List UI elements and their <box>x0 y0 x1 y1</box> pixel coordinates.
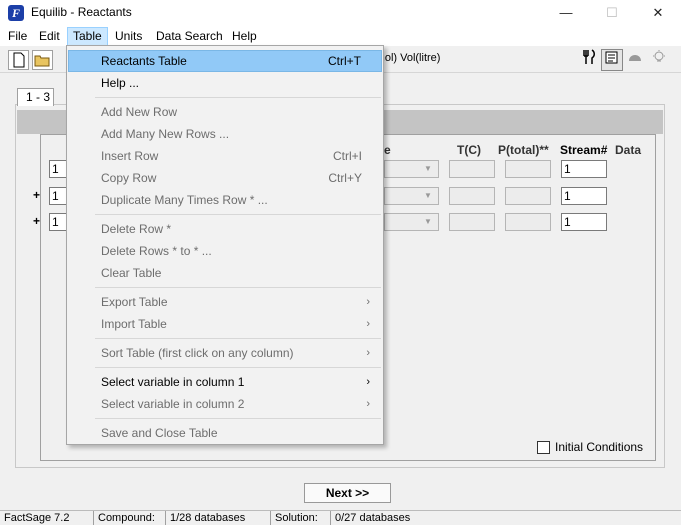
maximize-button[interactable]: ☐ <box>589 0 635 26</box>
menu-help-item[interactable]: Help ... <box>68 72 382 94</box>
next-button[interactable]: Next >> <box>304 483 391 503</box>
shortcut-text: Ctrl+Y <box>328 171 362 185</box>
shortcut-text: Ctrl+I <box>332 149 362 163</box>
temperature-field[interactable] <box>449 160 495 178</box>
table-menu-dropdown: Reactants Table Ctrl+T Help ... Add New R… <box>66 45 384 445</box>
chevron-right-icon: › <box>366 318 370 330</box>
menu-copy-row[interactable]: Copy Row Ctrl+Y <box>68 167 382 189</box>
open-file-button[interactable] <box>32 50 53 70</box>
chevron-right-icon: › <box>366 376 370 388</box>
menu-sort-table[interactable]: Sort Table (first click on any column) › <box>68 342 382 364</box>
folder-icon <box>34 55 50 67</box>
pressure-field[interactable] <box>505 187 551 205</box>
menu-delete-row[interactable]: Delete Row * <box>68 218 382 240</box>
close-button[interactable]: ✕ <box>635 0 681 26</box>
initial-conditions-checkbox[interactable] <box>537 441 550 454</box>
chevron-right-icon: › <box>366 347 370 359</box>
pressure-field[interactable] <box>505 160 551 178</box>
fork-knife-icon[interactable] <box>578 49 600 71</box>
pressure-field[interactable] <box>505 213 551 231</box>
stream-field[interactable]: 1 <box>561 213 607 231</box>
menu-clear-table[interactable]: Clear Table <box>68 262 382 284</box>
quantity-field[interactable]: 1 <box>49 187 67 205</box>
menu-export-table[interactable]: Export Table › <box>68 291 382 313</box>
menu-duplicate-rows[interactable]: Duplicate Many Times Row * ... <box>68 189 382 211</box>
menu-edit[interactable]: Edit <box>34 27 65 46</box>
chevron-down-icon: ▼ <box>424 191 432 200</box>
menu-help[interactable]: Help <box>227 27 262 46</box>
menu-reactants-table[interactable]: Reactants Table Ctrl+T <box>68 50 382 72</box>
table-edit-icon[interactable] <box>601 49 623 71</box>
menu-add-new-row[interactable]: Add New Row <box>68 101 382 123</box>
minimize-button[interactable]: — <box>543 0 589 26</box>
status-compound-label: Compound: <box>93 511 163 525</box>
plus-sign: + <box>33 214 41 228</box>
quantity-field[interactable]: 1 <box>49 160 67 178</box>
column-header-stream[interactable]: Stream# <box>560 143 607 157</box>
menu-select-variable-col2[interactable]: Select variable in column 2 › <box>68 393 382 415</box>
helmet-icon[interactable] <box>624 49 646 71</box>
menu-add-many-rows[interactable]: Add Many New Rows ... <box>68 123 382 145</box>
quantity-field[interactable]: 1 <box>49 213 67 231</box>
plus-sign: + <box>33 188 41 202</box>
menu-units[interactable]: Units <box>110 27 147 46</box>
menu-import-table[interactable]: Import Table › <box>68 313 382 335</box>
menu-select-variable-col1[interactable]: Select variable in column 1 › <box>68 371 382 393</box>
new-file-button[interactable] <box>8 50 29 70</box>
menu-separator <box>95 367 381 368</box>
tab-1-3[interactable]: 1 - 3 <box>17 88 54 106</box>
temperature-field[interactable] <box>449 213 495 231</box>
chevron-right-icon: › <box>366 398 370 410</box>
window-title: Equilib - Reactants <box>31 5 132 19</box>
column-header-data[interactable]: Data <box>615 143 641 157</box>
menu-separator <box>95 287 381 288</box>
status-compound-value: 1/28 databases <box>165 511 268 525</box>
menu-insert-row[interactable]: Insert Row Ctrl+I <box>68 145 382 167</box>
new-file-icon <box>13 52 25 68</box>
menu-table[interactable]: Table <box>67 27 108 46</box>
stream-field[interactable]: 1 <box>561 160 607 178</box>
menu-separator <box>95 418 381 419</box>
lightbulb-icon[interactable] <box>648 49 670 71</box>
app-icon: F <box>8 5 24 21</box>
menu-save-close-table[interactable]: Save and Close Table <box>68 422 382 444</box>
column-header-temperature[interactable]: T(C) <box>457 143 481 157</box>
chevron-right-icon: › <box>366 296 370 308</box>
menu-separator <box>95 214 381 215</box>
stream-field[interactable]: 1 <box>561 187 607 205</box>
status-solution-label: Solution: <box>270 511 328 525</box>
menu-file[interactable]: File <box>3 27 32 46</box>
column-header-pressure[interactable]: P(total)** <box>498 143 549 157</box>
chevron-down-icon: ▼ <box>424 217 432 226</box>
menu-separator <box>95 338 381 339</box>
status-version: FactSage 7.2 <box>4 512 70 524</box>
temperature-field[interactable] <box>449 187 495 205</box>
initial-conditions-label: Initial Conditions <box>555 440 644 454</box>
menu-separator <box>95 97 381 98</box>
status-solution-value: 0/27 databases <box>330 511 433 525</box>
chevron-down-icon: ▼ <box>424 164 432 173</box>
shortcut-text: Ctrl+T <box>328 54 361 68</box>
menu-data-search[interactable]: Data Search <box>151 27 228 46</box>
column-header-partial: e <box>384 143 391 157</box>
menu-delete-rows[interactable]: Delete Rows * to * ... <box>68 240 382 262</box>
